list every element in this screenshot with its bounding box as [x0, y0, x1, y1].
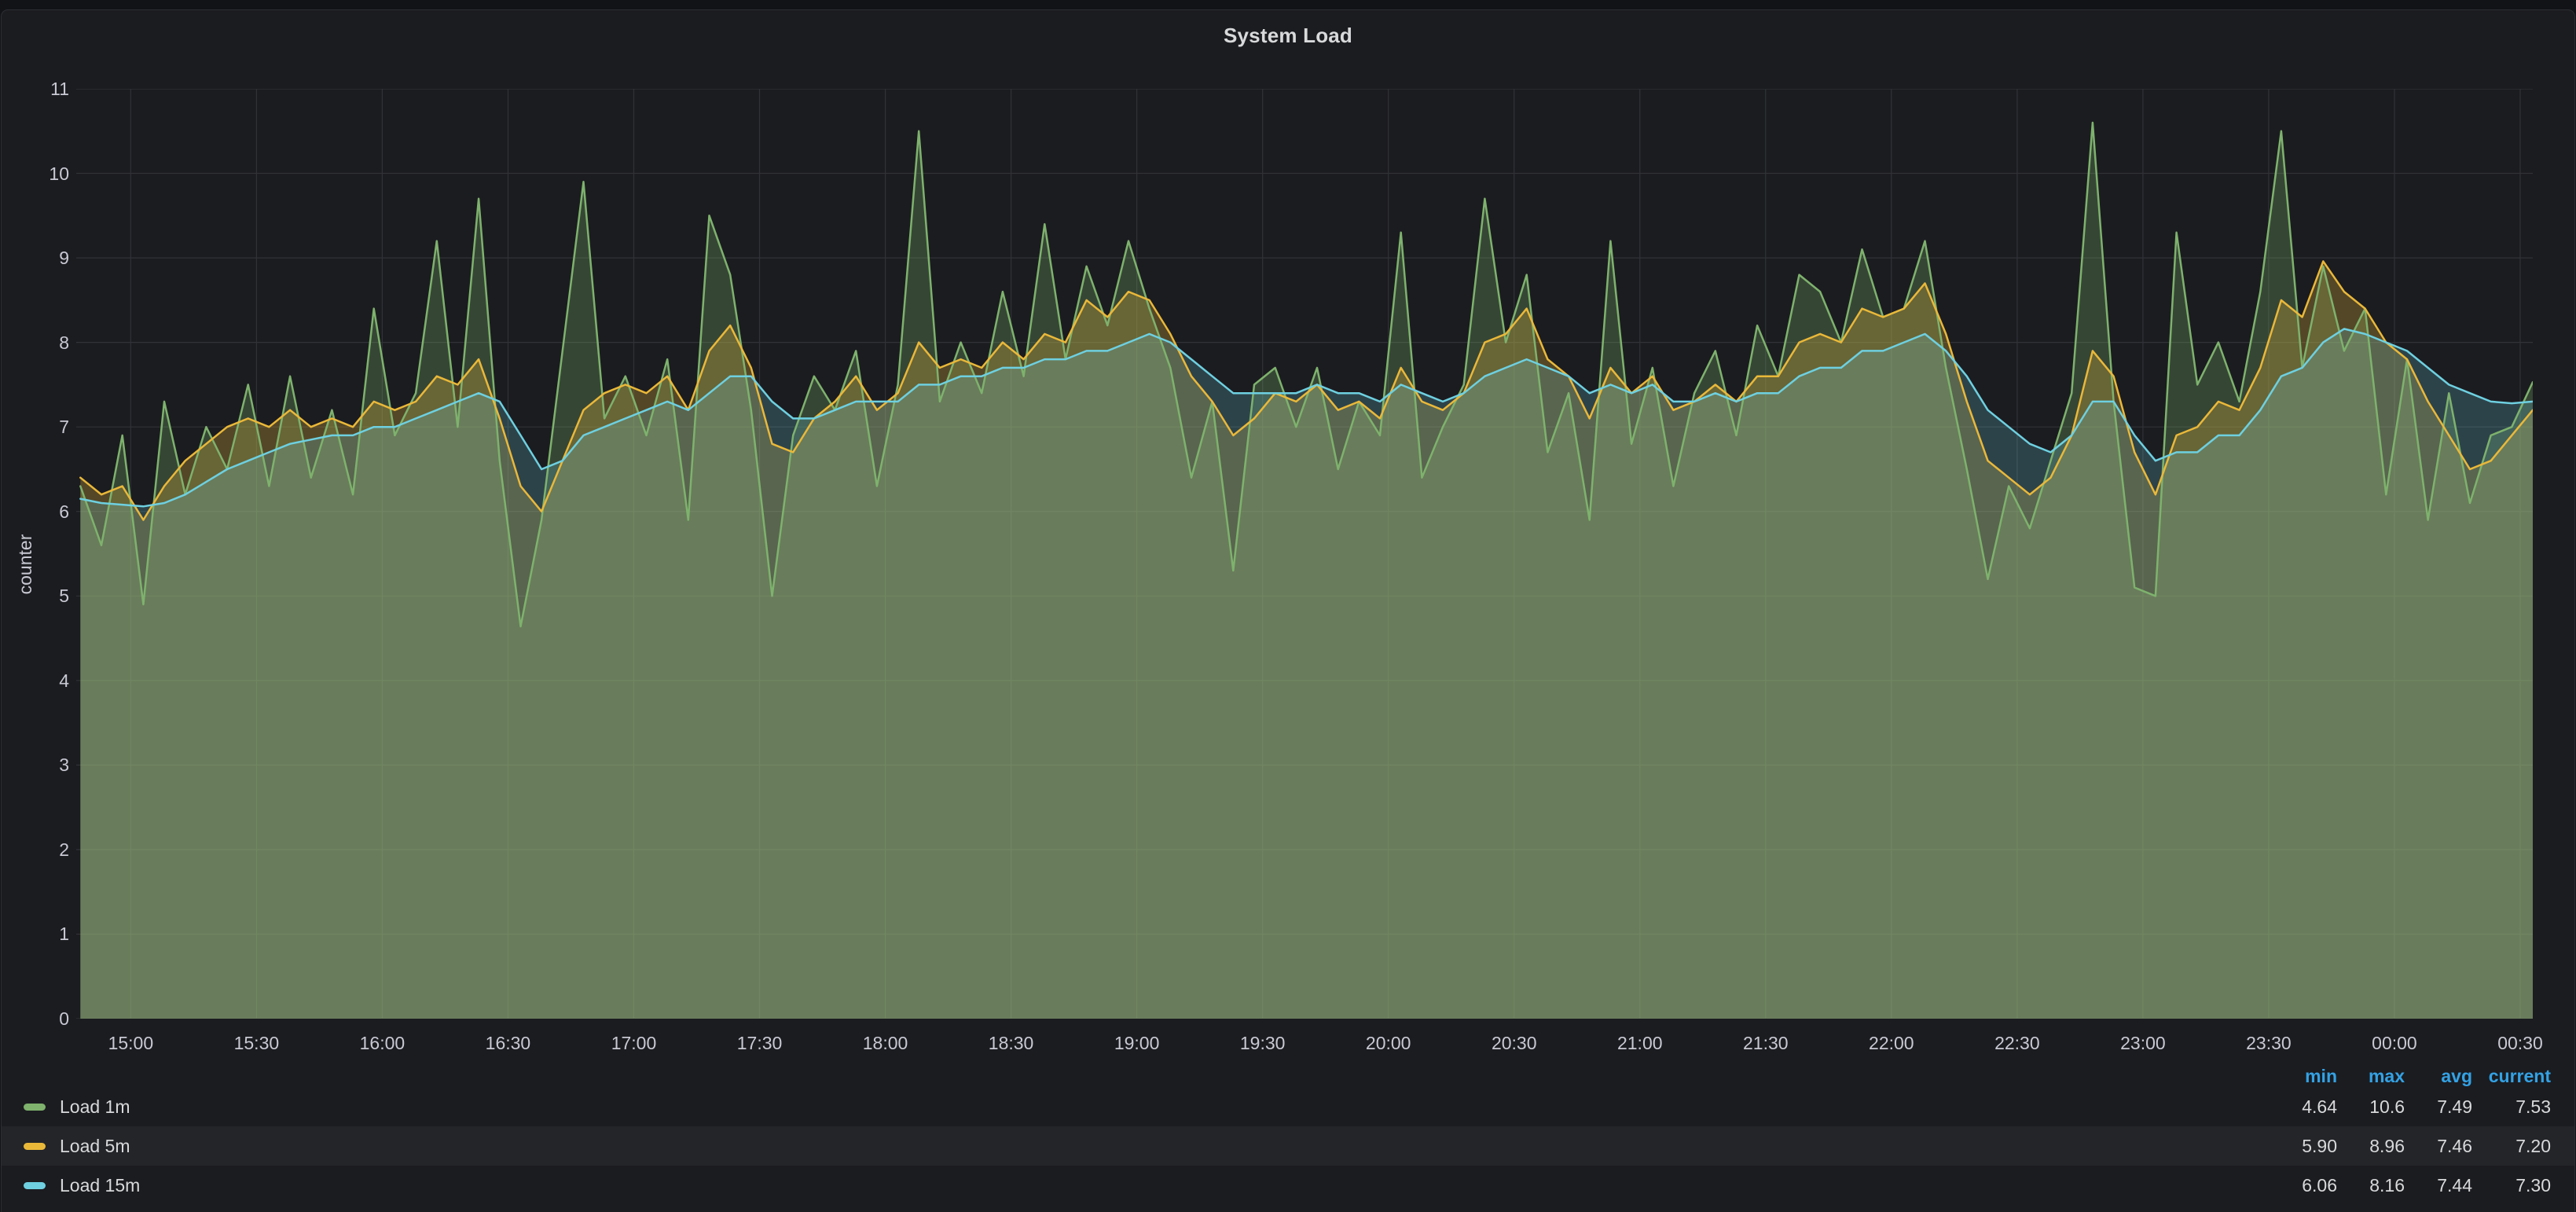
y-tick-label: 8	[22, 332, 69, 354]
x-tick-label: 20:00	[1349, 1032, 1428, 1054]
panel-header[interactable]: System Load	[2, 21, 2574, 50]
panel-title: System Load	[1224, 24, 1352, 48]
system-load-panel: System Load counter 0 1 2 3 4 5 6 7 8 9 10 11 15:00…	[1, 9, 2575, 1212]
y-tick-label: 6	[22, 501, 69, 523]
y-tick-label: 4	[22, 670, 69, 692]
legend-series-toggle[interactable]: Load 5m	[24, 1136, 2268, 1157]
y-tick-label: 11	[22, 78, 69, 100]
x-tick-label: 16:30	[468, 1032, 547, 1054]
legend-current-value: 7.30	[2472, 1175, 2551, 1196]
x-tick-label: 22:30	[1978, 1032, 2057, 1054]
x-tick-label: 21:30	[1727, 1032, 1805, 1054]
legend-min-value: 6.06	[2268, 1175, 2337, 1196]
legend-sort-max[interactable]: max	[2337, 1066, 2405, 1087]
legend-current-value: 7.20	[2472, 1136, 2551, 1157]
series-color-swatch	[24, 1182, 46, 1189]
legend-header-row: min max avg current	[2, 1065, 2574, 1087]
x-tick-label: 18:00	[846, 1032, 925, 1054]
legend-sort-avg[interactable]: avg	[2405, 1066, 2472, 1087]
legend-max-value: 8.96	[2337, 1136, 2405, 1157]
legend-series-toggle[interactable]: Load 15m	[24, 1175, 2268, 1196]
x-tick-label: 17:00	[594, 1032, 673, 1054]
legend: min max avg current Load 1m 4.64 10.6 7.…	[2, 1065, 2574, 1205]
legend-sort-current[interactable]: current	[2472, 1066, 2551, 1087]
y-tick-label: 2	[22, 839, 69, 861]
x-tick-label: 18:30	[972, 1032, 1051, 1054]
x-tick-label: 22:00	[1852, 1032, 1931, 1054]
y-tick-label: 1	[22, 923, 69, 945]
legend-series-toggle[interactable]: Load 1m	[24, 1096, 2268, 1118]
legend-series-label: Load 15m	[60, 1175, 140, 1196]
x-tick-label: 00:00	[2355, 1032, 2434, 1054]
x-tick-label: 19:30	[1224, 1032, 1302, 1054]
load-chart-svg[interactable]	[76, 89, 2533, 1019]
series-color-swatch	[24, 1143, 46, 1150]
plot-area[interactable]	[76, 89, 2533, 1019]
y-tick-label: 3	[22, 754, 69, 776]
legend-avg-value: 7.44	[2405, 1175, 2472, 1196]
x-tick-label: 17:30	[721, 1032, 799, 1054]
x-tick-label: 21:00	[1601, 1032, 1679, 1054]
y-tick-label: 0	[22, 1008, 69, 1030]
x-tick-label: 15:00	[91, 1032, 170, 1054]
legend-max-value: 10.6	[2337, 1096, 2405, 1118]
x-tick-label: 19:00	[1098, 1032, 1176, 1054]
legend-row-load-5m: Load 5m 5.90 8.96 7.46 7.20	[2, 1126, 2574, 1166]
y-tick-label: 5	[22, 585, 69, 607]
legend-row-load-1m: Load 1m 4.64 10.6 7.49 7.53	[2, 1087, 2574, 1126]
legend-current-value: 7.53	[2472, 1096, 2551, 1118]
x-tick-label: 23:30	[2229, 1032, 2308, 1054]
legend-max-value: 8.16	[2337, 1175, 2405, 1196]
x-tick-label: 16:00	[343, 1032, 421, 1054]
legend-min-value: 4.64	[2268, 1096, 2337, 1118]
y-axis-unit-label: counter	[15, 470, 37, 659]
legend-avg-value: 7.49	[2405, 1096, 2472, 1118]
legend-avg-value: 7.46	[2405, 1136, 2472, 1157]
legend-min-value: 5.90	[2268, 1136, 2337, 1157]
y-tick-label: 10	[22, 163, 69, 185]
series-color-swatch	[24, 1104, 46, 1111]
legend-sort-min[interactable]: min	[2268, 1066, 2337, 1087]
x-tick-label: 20:30	[1475, 1032, 1554, 1054]
legend-series-label: Load 5m	[60, 1136, 130, 1157]
x-tick-label: 00:30	[2481, 1032, 2559, 1054]
legend-series-label: Load 1m	[60, 1096, 130, 1118]
x-tick-label: 15:30	[217, 1032, 295, 1054]
y-tick-label: 9	[22, 247, 69, 269]
y-tick-label: 7	[22, 416, 69, 438]
legend-row-load-15m: Load 15m 6.06 8.16 7.44 7.30	[2, 1166, 2574, 1205]
x-tick-label: 23:00	[2104, 1032, 2182, 1054]
